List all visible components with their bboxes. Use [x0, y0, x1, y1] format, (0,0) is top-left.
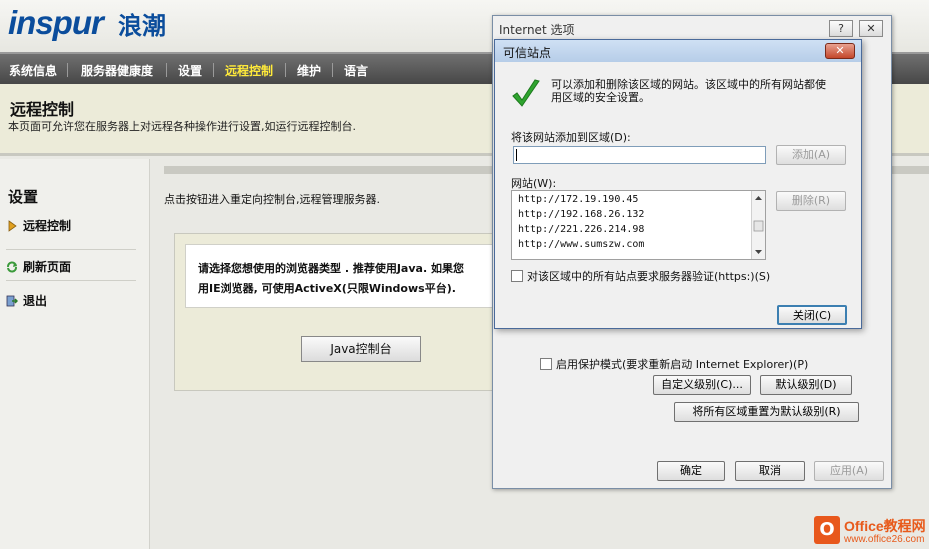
default-level-button[interactable]: 默认级别(D) [760, 375, 852, 395]
sidebar: 设置 远程控制 刷新页面 退出 [0, 159, 150, 549]
nav-separator [166, 63, 167, 77]
nav-item-settings[interactable]: 设置 [178, 62, 202, 79]
sidebar-item-logout[interactable]: 退出 [6, 292, 47, 309]
custom-level-button[interactable]: 自定义级别(C)... [653, 375, 751, 395]
watermark-url: www.office26.com [844, 534, 925, 545]
nav-separator [67, 63, 68, 77]
nav-separator [213, 63, 214, 77]
list-item[interactable]: http://www.sumszw.com [518, 239, 644, 250]
trusted-sites-dialog: 可信站点 ✕ 可以添加和删除该区域的网站。该区域中的所有网站都使 用区域的安全设… [494, 39, 862, 329]
list-item[interactable]: http://172.19.190.45 [518, 194, 638, 205]
watermark-title: Office教程网 [844, 518, 926, 534]
browser-message-line: 用IE浏览器, 可使用ActiveX(只限Windows平台). [198, 282, 456, 295]
java-console-button[interactable]: Java控制台 [301, 336, 421, 362]
nav-item-system-info[interactable]: 系统信息 [9, 62, 57, 79]
list-item[interactable]: http://192.168.26.132 [518, 209, 644, 220]
page-title: 远程控制 [10, 100, 75, 119]
websites-label: 网站(W): [511, 177, 557, 190]
sidebar-item-label: 远程控制 [23, 219, 72, 233]
reset-all-zones-button[interactable]: 将所有区域重置为默认级别(R) [674, 402, 859, 422]
nav-separator [332, 63, 333, 77]
browser-message-line: 请选择您想使用的浏览器类型 . 推荐使用Java. 如果您 [198, 262, 464, 275]
remove-site-button[interactable]: 删除(R) [776, 191, 846, 211]
add-site-input[interactable] [513, 146, 766, 164]
close-icon[interactable]: ✕ [825, 43, 855, 59]
sidebar-item-refresh[interactable]: 刷新页面 [6, 258, 71, 275]
scrollbar-arrows-icon [753, 196, 764, 254]
add-site-label: 将该网站添加到区域(D): [511, 131, 631, 144]
nav-separator [285, 63, 286, 77]
main-intro-text: 点击按钮进入重定向控制台,远程管理服务器. [164, 193, 380, 206]
list-item[interactable]: http://221.226.214.98 [518, 224, 644, 235]
logout-icon [6, 295, 18, 306]
sidebar-item-remote-control[interactable]: 远程控制 [6, 217, 71, 234]
message-line: 可以添加和删除该区域的网站。该区域中的所有网站都使 [551, 78, 826, 91]
sidebar-title: 设置 [8, 188, 39, 206]
inspur-logo-cn: 浪潮 [118, 12, 166, 40]
require-https-checkbox[interactable]: 对该区域中的所有站点要求服务器验证(https:)(S) [511, 268, 770, 284]
page-description: 本页面可允许您在服务器上对远程各种操作进行设置,如运行远程控制台. [8, 120, 356, 133]
add-site-button[interactable]: 添加(A) [776, 145, 846, 165]
sidebar-item-label: 退出 [23, 294, 48, 308]
help-button[interactable]: ? [829, 20, 853, 37]
close-button[interactable]: ✕ [859, 20, 883, 37]
trusted-sites-titlebar: 可信站点 ✕ [495, 40, 861, 62]
sidebar-divider [6, 249, 136, 250]
protect-mode-checkbox[interactable]: 启用保护模式(要求重新启动 Internet Explorer)(P) [540, 356, 808, 372]
websites-list[interactable]: http://172.19.190.45 http://192.168.26.1… [511, 190, 766, 260]
checkbox-icon [511, 270, 523, 282]
office-watermark: O Office教程网 www.office26.com [814, 514, 929, 549]
nav-item-language[interactable]: 语言 [344, 62, 368, 79]
require-https-label: 对该区域中的所有站点要求服务器验证(https:)(S) [527, 270, 771, 283]
websites-scrollbar[interactable] [751, 191, 765, 259]
dialog-title: Internet 选项 [499, 23, 575, 37]
checkbox-icon [540, 358, 552, 370]
browser-select-message: 请选择您想使用的浏览器类型 . 推荐使用Java. 如果您 用IE浏览器, 可使… [185, 244, 519, 308]
nav-item-remote-control[interactable]: 远程控制 [225, 62, 273, 79]
sidebar-divider [6, 280, 136, 281]
arrow-right-icon [8, 219, 17, 232]
trusted-sites-message: 可以添加和删除该区域的网站。该区域中的所有网站都使 用区域的安全设置。 [551, 78, 851, 104]
office-logo-icon: O [814, 516, 840, 544]
nav-item-server-health[interactable]: 服务器健康度 [81, 62, 153, 79]
close-dialog-button[interactable]: 关闭(C) [777, 305, 847, 325]
apply-button[interactable]: 应用(A) [814, 461, 884, 481]
trusted-sites-body: 可以添加和删除该区域的网站。该区域中的所有网站都使 用区域的安全设置。 将该网站… [495, 62, 861, 328]
sidebar-item-label: 刷新页面 [23, 260, 72, 274]
dialog-title: 可信站点 [503, 46, 552, 60]
nav-item-maintenance[interactable]: 维护 [297, 62, 321, 79]
refresh-icon [7, 261, 17, 272]
protect-mode-label: 启用保护模式(要求重新启动 Internet Explorer)(P) [556, 358, 809, 371]
text-caret [516, 149, 517, 161]
message-line: 用区域的安全设置。 [551, 91, 650, 104]
checkmark-icon [512, 79, 540, 107]
inspur-logo: inspur [8, 4, 104, 41]
browser-select-panel: 请选择您想使用的浏览器类型 . 推荐使用Java. 如果您 用IE浏览器, 可使… [174, 233, 519, 391]
cancel-button[interactable]: 取消 [735, 461, 805, 481]
ok-button[interactable]: 确定 [657, 461, 725, 481]
